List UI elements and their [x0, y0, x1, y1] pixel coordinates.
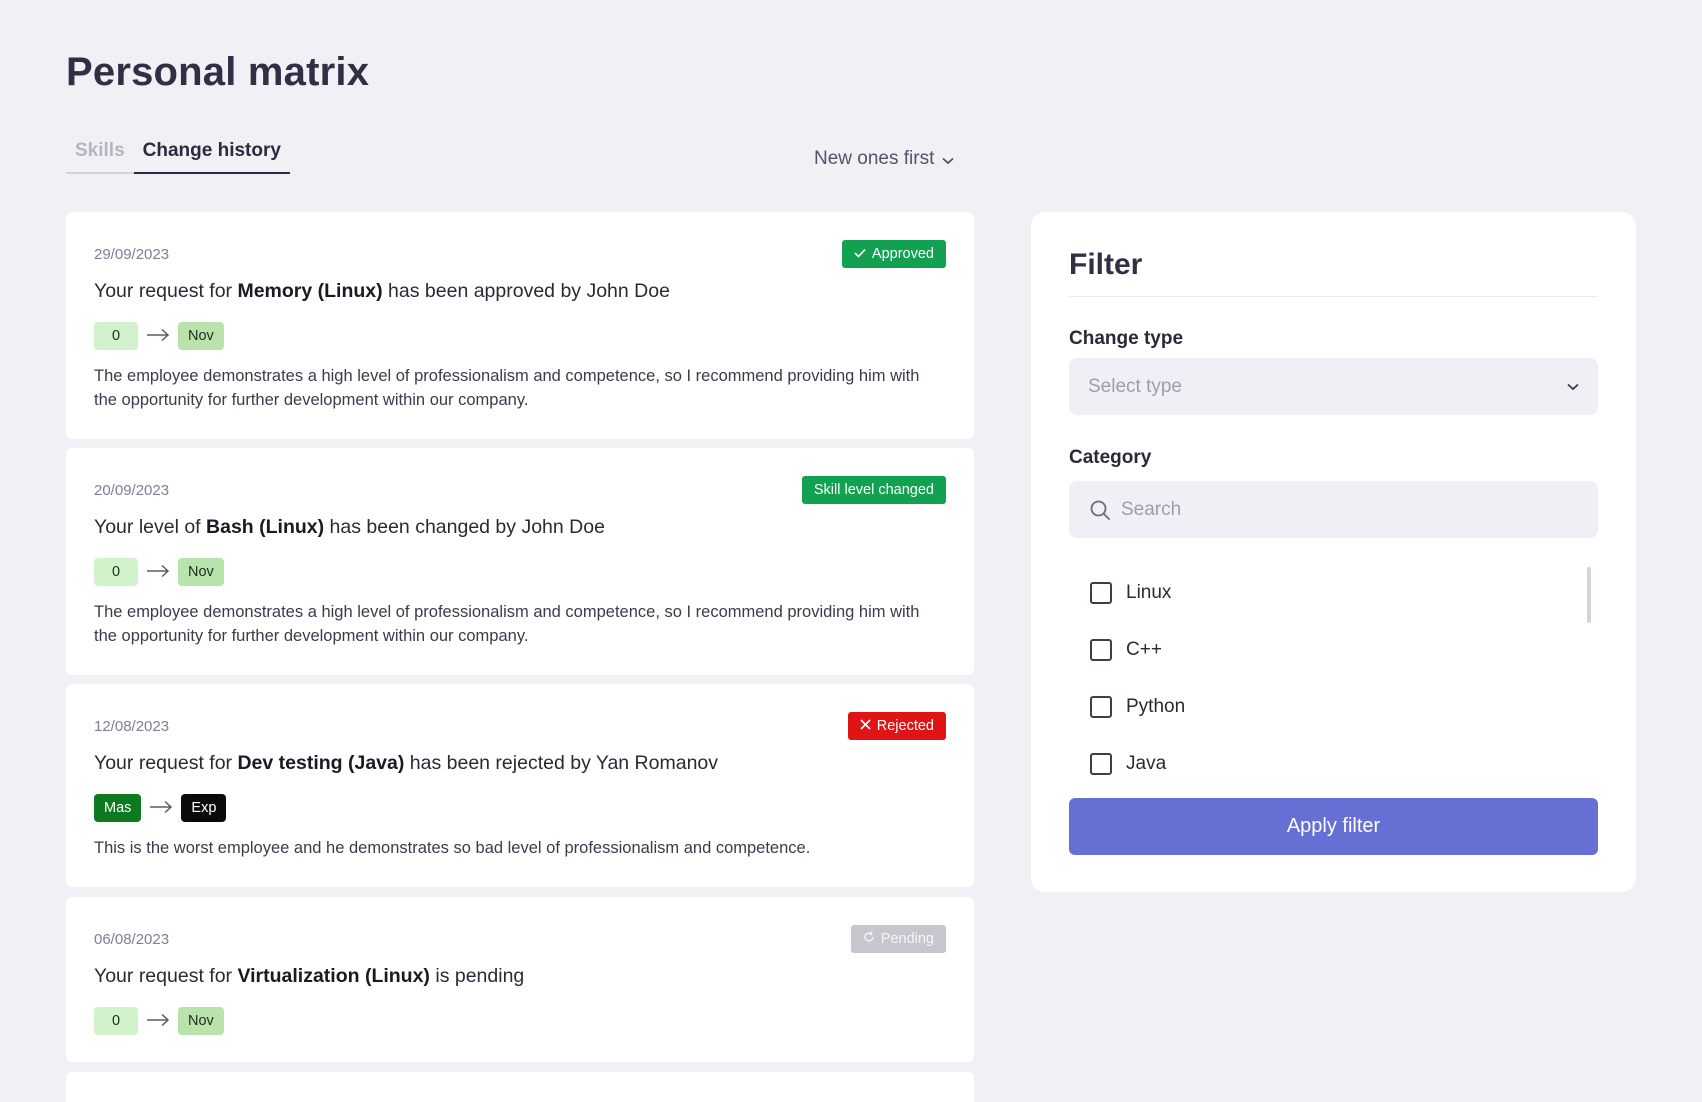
chevron-down-icon [1567, 379, 1579, 394]
filter-title: Filter [1069, 248, 1143, 281]
category-item-java[interactable]: Java [1090, 735, 1570, 792]
to-level-badge: Nov [178, 1007, 224, 1035]
message-prefix: Your request for [94, 752, 238, 774]
tab-skills[interactable]: Skills [66, 138, 134, 174]
apply-filter-button[interactable]: Apply filter [1069, 798, 1598, 855]
history-card: 12/08/2023 Rejected Your request for Dev… [66, 684, 974, 887]
card-message: Your level of Bash (Linux) has been chan… [94, 516, 605, 539]
message-suffix: has been changed by John Doe [324, 516, 605, 538]
arrow-right-icon [146, 325, 170, 348]
card-comment: The employee demonstrates a high level o… [94, 603, 920, 645]
status-badge: Approved [841, 240, 946, 268]
sort-label: New ones first [814, 148, 935, 169]
checkbox[interactable] [1090, 581, 1112, 604]
to-level-badge: Nov [178, 322, 224, 350]
status-badge-label: Pending [880, 931, 934, 947]
filter-divider [1069, 296, 1598, 297]
message-prefix: Your level of [94, 516, 207, 538]
skill-name: Memory (Linux) [237, 280, 383, 302]
card-date: 12/08/2023 [94, 718, 170, 735]
search-icon [1089, 499, 1111, 521]
message-prefix: Your request for [94, 965, 238, 987]
change-type-placeholder: Select type [1088, 375, 1182, 397]
status-badge: Pending [850, 925, 946, 953]
search-input[interactable] [1121, 498, 1578, 521]
from-level-badge: 0 [94, 322, 138, 350]
message-suffix: is pending [429, 965, 525, 987]
status-badge: Rejected [847, 712, 946, 740]
status-badge-label: Rejected [876, 718, 934, 734]
level-change: 0 Nov [94, 558, 224, 586]
category-item-label: Java [1126, 752, 1167, 774]
checkbox[interactable] [1090, 695, 1112, 718]
arrow-right-icon [149, 797, 173, 820]
chevron-down-icon [942, 153, 954, 168]
category-item-python[interactable]: Python [1090, 678, 1570, 735]
refresh-icon [863, 925, 875, 953]
page-title: Personal matrix [66, 50, 370, 94]
change-type-select[interactable]: Select type [1069, 358, 1598, 415]
skill-name: Bash (Linux) [206, 516, 325, 538]
category-list: Linux C++ Python Java [1090, 564, 1570, 792]
sort-dropdown[interactable]: New ones first [814, 148, 954, 170]
skill-name: Virtualization (Linux) [237, 965, 430, 987]
filter-panel: Filter Change type Select type Category … [1031, 212, 1636, 892]
arrow-right-icon [146, 1010, 170, 1033]
to-level-badge: Exp [181, 794, 227, 822]
status-badge: Skill level changed [801, 476, 946, 504]
card-date: 29/09/2023 [94, 246, 170, 263]
status-badge-label: Skill level changed [813, 482, 934, 498]
from-level-badge: 0 [94, 1007, 138, 1035]
category-scrollbar[interactable] [1587, 567, 1591, 623]
tab-change-history[interactable]: Change history [133, 138, 290, 174]
card-message: Your request for Virtualization (Linux) … [94, 965, 524, 988]
card-comment: The employee demonstrates a high level o… [94, 367, 920, 409]
level-change: 0 Nov [94, 322, 224, 350]
status-badge-label: Approved [871, 246, 934, 262]
history-card [66, 1072, 974, 1102]
category-search [1069, 481, 1598, 538]
history-card: 29/09/2023 Approved Your request for Mem… [66, 212, 974, 439]
category-item-label: C++ [1126, 638, 1162, 660]
card-date: 06/08/2023 [94, 931, 170, 948]
checkbox[interactable] [1090, 638, 1112, 661]
level-change: Mas Exp [94, 794, 227, 822]
checkbox[interactable] [1090, 752, 1112, 775]
to-level-badge: Nov [178, 558, 224, 586]
check-icon [854, 240, 866, 268]
history-card: 20/09/2023 Skill level changed Your leve… [66, 448, 974, 675]
arrow-right-icon [146, 561, 170, 584]
category-item-linux[interactable]: Linux [1090, 564, 1570, 621]
change-type-label: Change type [1069, 328, 1184, 349]
message-suffix: has been approved by John Doe [382, 280, 670, 302]
message-prefix: Your request for [94, 280, 238, 302]
card-message: Your request for Memory (Linux) has been… [94, 280, 670, 303]
card-comment: This is the worst employee and he demons… [94, 839, 811, 857]
message-suffix: has been rejected by Yan Romanov [404, 752, 719, 774]
skill-name: Dev testing (Java) [237, 752, 405, 774]
category-label: Category [1069, 447, 1152, 468]
close-icon [860, 712, 871, 740]
history-card: 06/08/2023 Pending Your request for Virt… [66, 897, 974, 1062]
level-change: 0 Nov [94, 1007, 224, 1035]
tab-bar: Skills Change history [66, 138, 290, 174]
from-level-badge: Mas [94, 794, 142, 822]
from-level-badge: 0 [94, 558, 138, 586]
category-item-cpp[interactable]: C++ [1090, 621, 1570, 678]
card-message: Your request for Dev testing (Java) has … [94, 752, 718, 775]
category-item-label: Linux [1126, 581, 1172, 603]
category-item-label: Python [1126, 695, 1186, 717]
card-date: 20/09/2023 [94, 482, 170, 499]
